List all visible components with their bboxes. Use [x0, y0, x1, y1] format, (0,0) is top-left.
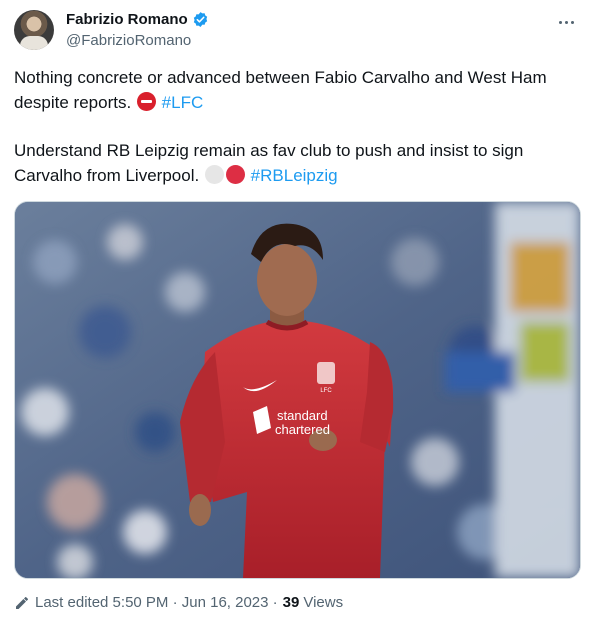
crest-text: LFC: [320, 388, 332, 394]
verified-badge-icon[interactable]: [192, 11, 209, 28]
no-entry-emoji: [136, 91, 156, 111]
player-photo: LFC standard chartered: [15, 202, 580, 578]
author-name-line: Fabrizio Romano: [66, 11, 209, 28]
sponsor-line-1: standard: [277, 408, 328, 423]
sponsor-line-2: chartered: [275, 422, 330, 437]
views-count: 39: [282, 594, 300, 611]
author-name[interactable]: Fabrizio Romano: [66, 11, 188, 28]
hashtag-rbleipzig[interactable]: #RBLeipzig: [251, 166, 338, 185]
more-options-icon[interactable]: [554, 12, 578, 32]
hashtag-lfc[interactable]: #LFC: [162, 93, 204, 112]
white-circle-emoji: [204, 164, 224, 184]
tweet-paragraph-1: Nothing concrete or advanced between Fab…: [14, 66, 574, 115]
tweet-line-1: Nothing concrete or advanced between Fab…: [14, 68, 547, 112]
pencil-icon: [16, 596, 28, 609]
avatar[interactable]: [14, 10, 54, 50]
last-edited-text[interactable]: Last edited 5:50 PM · Jun 16, 2023 ·: [35, 594, 278, 611]
tweet-paragraph-2: Understand RB Leipzig remain as fav club…: [14, 139, 574, 188]
tweet-photo[interactable]: LFC standard chartered: [14, 201, 581, 579]
tweet-header: Fabrizio Romano @FabrizioRomano: [14, 8, 584, 52]
author-handle[interactable]: @FabrizioRomano: [66, 32, 191, 49]
tweet-text: Nothing concrete or advanced between Fab…: [14, 66, 574, 188]
views-label: Views: [303, 594, 344, 611]
red-circle-emoji: [225, 164, 245, 184]
tweet-footer: Last edited 5:50 PM · Jun 16, 2023 · 39 …: [14, 594, 343, 611]
